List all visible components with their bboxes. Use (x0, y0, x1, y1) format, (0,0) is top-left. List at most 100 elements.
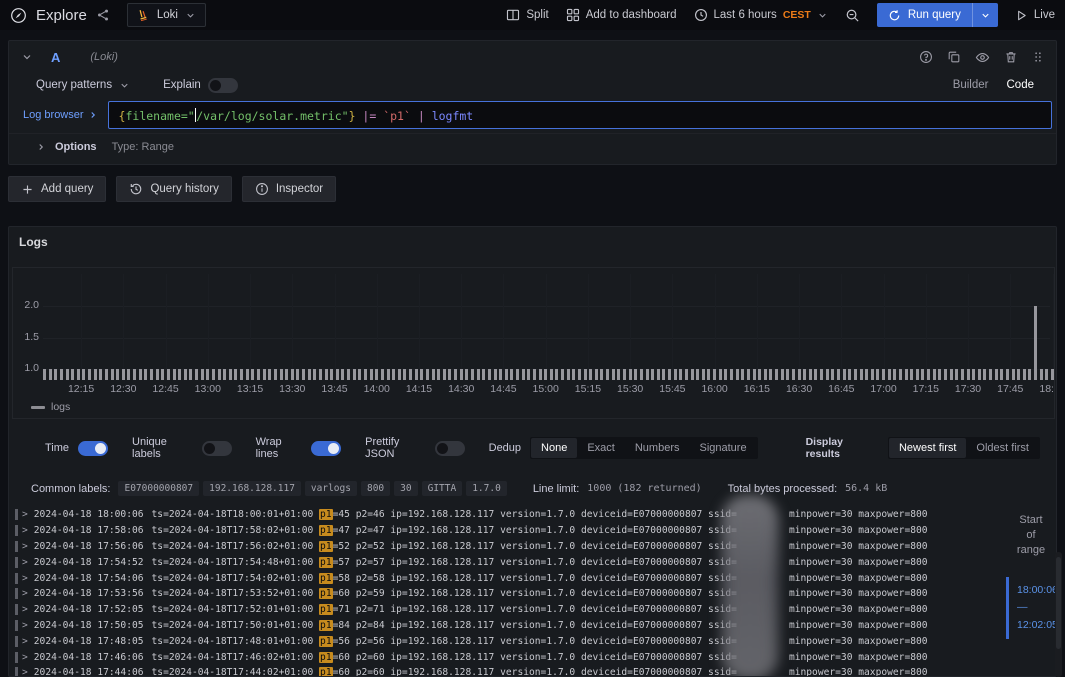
unique-labels-toggle[interactable] (202, 441, 232, 456)
query-editor-panel: A (Loki) Query pat (8, 40, 1057, 165)
log-mid: =57 p2=57 ip=192.168.128.117 version=1.7… (333, 557, 737, 568)
run-query-button[interactable]: Run query (877, 3, 998, 27)
query-history-button[interactable]: Query history (116, 176, 231, 202)
log-row[interactable]: >2024-04-18 17:46:06ts=2024-04-18T17:46:… (9, 649, 1056, 665)
range-from: 18:00:06 (1017, 582, 1057, 599)
logs-volume-bar (899, 369, 902, 380)
dedup-option-none[interactable]: None (531, 438, 577, 458)
expand-row-chevron-icon[interactable]: > (22, 509, 28, 520)
x-gridline (335, 274, 336, 380)
logs-volume-bar (94, 369, 97, 380)
expression-segment: | (411, 109, 432, 123)
logs-volume-bar (668, 369, 671, 380)
live-button[interactable]: Live (1015, 9, 1055, 22)
log-row[interactable]: >2024-04-18 17:52:05ts=2024-04-18T17:52:… (9, 602, 1056, 618)
drag-handle-icon[interactable] (1032, 50, 1044, 64)
logs-volume-bar (448, 369, 451, 380)
log-row[interactable]: >2024-04-18 17:54:06ts=2024-04-18T17:54:… (9, 570, 1056, 586)
x-gridline (250, 274, 251, 380)
common-label-chip: 800 (361, 481, 390, 496)
expand-row-chevron-icon[interactable]: > (22, 541, 28, 552)
logs-volume-bar (527, 369, 530, 380)
log-row[interactable]: >2024-04-18 18:00:06ts=2024-04-18T18:00:… (9, 507, 1056, 523)
logs-volume-chart[interactable]: logs 2.01.51.012:1512:3012:4513:0013:151… (12, 267, 1055, 419)
dedup-option-numbers[interactable]: Numbers (625, 438, 690, 458)
expand-row-chevron-icon[interactable]: > (22, 525, 28, 536)
logs-volume-bar (460, 369, 463, 380)
x-gridline (546, 274, 547, 380)
search-match-highlight: p1 (319, 509, 333, 520)
display-option-newest-first[interactable]: Newest first (889, 438, 966, 458)
wrap-lines-toggle[interactable] (311, 441, 341, 456)
mode-builder-tab[interactable]: Builder (953, 79, 989, 91)
log-tail: minpower=30 maxpower=800 (789, 652, 928, 663)
log-pre: ts=2024-04-18T17:46:02+01:00 (152, 652, 320, 663)
query-patterns-button[interactable]: Query patterns (36, 79, 112, 91)
expand-row-chevron-icon[interactable]: > (22, 636, 28, 647)
expand-row-chevron-icon[interactable]: > (22, 604, 28, 615)
time-toggle[interactable] (78, 441, 108, 456)
dedup-option-exact[interactable]: Exact (577, 438, 625, 458)
log-rows: >2024-04-18 18:00:06ts=2024-04-18T18:00:… (9, 507, 1056, 676)
log-browser-button[interactable]: Log browser (23, 109, 98, 121)
chevron-down-icon (119, 80, 130, 91)
expand-row-chevron-icon[interactable]: > (22, 652, 28, 663)
mode-code-tab[interactable]: Code (1007, 79, 1035, 91)
logs-volume-bar (888, 369, 891, 380)
options-expand-chevron-icon[interactable] (36, 142, 46, 152)
options-label[interactable]: Options (55, 141, 97, 153)
logs-volume-bar (741, 369, 744, 380)
logs-volume-bar (826, 369, 829, 380)
query-expression-input[interactable]: {filename="/var/log/solar.metric"} |= `p… (108, 101, 1052, 129)
log-row[interactable]: >2024-04-18 17:54:52ts=2024-04-18T17:54:… (9, 554, 1056, 570)
common-label-chip: 30 (394, 481, 417, 496)
x-axis-tick-label: 15:30 (617, 383, 643, 395)
log-row[interactable]: >2024-04-18 17:44:06ts=2024-04-18T17:44:… (9, 665, 1056, 676)
logs-volume-bar (736, 369, 739, 380)
log-row[interactable]: >2024-04-18 17:56:06ts=2024-04-18T17:56:… (9, 539, 1056, 555)
log-line-text: ts=2024-04-18T17:56:02+01:00 p1=52 p2=52… (152, 541, 928, 552)
split-button[interactable]: Split (506, 8, 548, 22)
x-axis-tick-label: 12:15 (68, 383, 94, 395)
delete-query-trash-icon[interactable] (1004, 50, 1018, 64)
help-icon[interactable] (919, 50, 933, 64)
expand-row-chevron-icon[interactable]: > (22, 573, 28, 584)
duplicate-query-icon[interactable] (947, 50, 961, 64)
datasource-picker[interactable]: Loki (127, 3, 206, 27)
share-link-icon[interactable] (96, 8, 110, 22)
expand-row-chevron-icon[interactable]: > (22, 557, 28, 568)
display-option-oldest-first[interactable]: Oldest first (966, 438, 1039, 458)
log-level-indicator (15, 541, 18, 552)
logs-volume-bar (662, 369, 665, 380)
logs-volume-bar (426, 369, 429, 380)
logs-volume-bar (572, 369, 575, 380)
expand-row-chevron-icon[interactable]: > (22, 620, 28, 631)
logs-volume-bar (775, 369, 778, 380)
logs-volume-bar (983, 369, 986, 380)
collapse-query-chevron-icon[interactable] (21, 51, 33, 63)
run-query-dropdown[interactable] (972, 3, 998, 27)
log-timestamp: 2024-04-18 17:44:06 (34, 667, 144, 676)
log-row[interactable]: >2024-04-18 17:58:06ts=2024-04-18T17:58:… (9, 523, 1056, 539)
expand-row-chevron-icon[interactable]: > (22, 588, 28, 599)
logs-volume-bar (837, 369, 840, 380)
prettify-json-toggle[interactable] (435, 441, 465, 456)
logs-volume-bar (640, 369, 643, 380)
log-scrollbar-thumb[interactable] (1056, 557, 1061, 649)
logs-volume-bar (370, 369, 373, 380)
chart-legend[interactable]: logs (31, 401, 70, 413)
hide-query-eye-icon[interactable] (975, 50, 990, 65)
search-match-highlight: p1 (319, 588, 333, 599)
zoom-out-button[interactable] (845, 8, 860, 23)
inspector-button[interactable]: Inspector (242, 176, 336, 202)
explain-toggle[interactable] (208, 78, 238, 93)
expand-row-chevron-icon[interactable]: > (22, 667, 28, 676)
time-range-picker[interactable]: Last 6 hours CEST (694, 8, 828, 22)
add-query-button[interactable]: Add query (8, 176, 106, 202)
log-row[interactable]: >2024-04-18 17:48:05ts=2024-04-18T17:48:… (9, 633, 1056, 649)
dedup-option-signature[interactable]: Signature (689, 438, 756, 458)
add-to-dashboard-button[interactable]: Add to dashboard (566, 8, 677, 22)
logs-volume-bar (285, 369, 288, 380)
log-row[interactable]: >2024-04-18 17:53:56ts=2024-04-18T17:53:… (9, 586, 1056, 602)
log-row[interactable]: >2024-04-18 17:50:05ts=2024-04-18T17:50:… (9, 618, 1056, 634)
